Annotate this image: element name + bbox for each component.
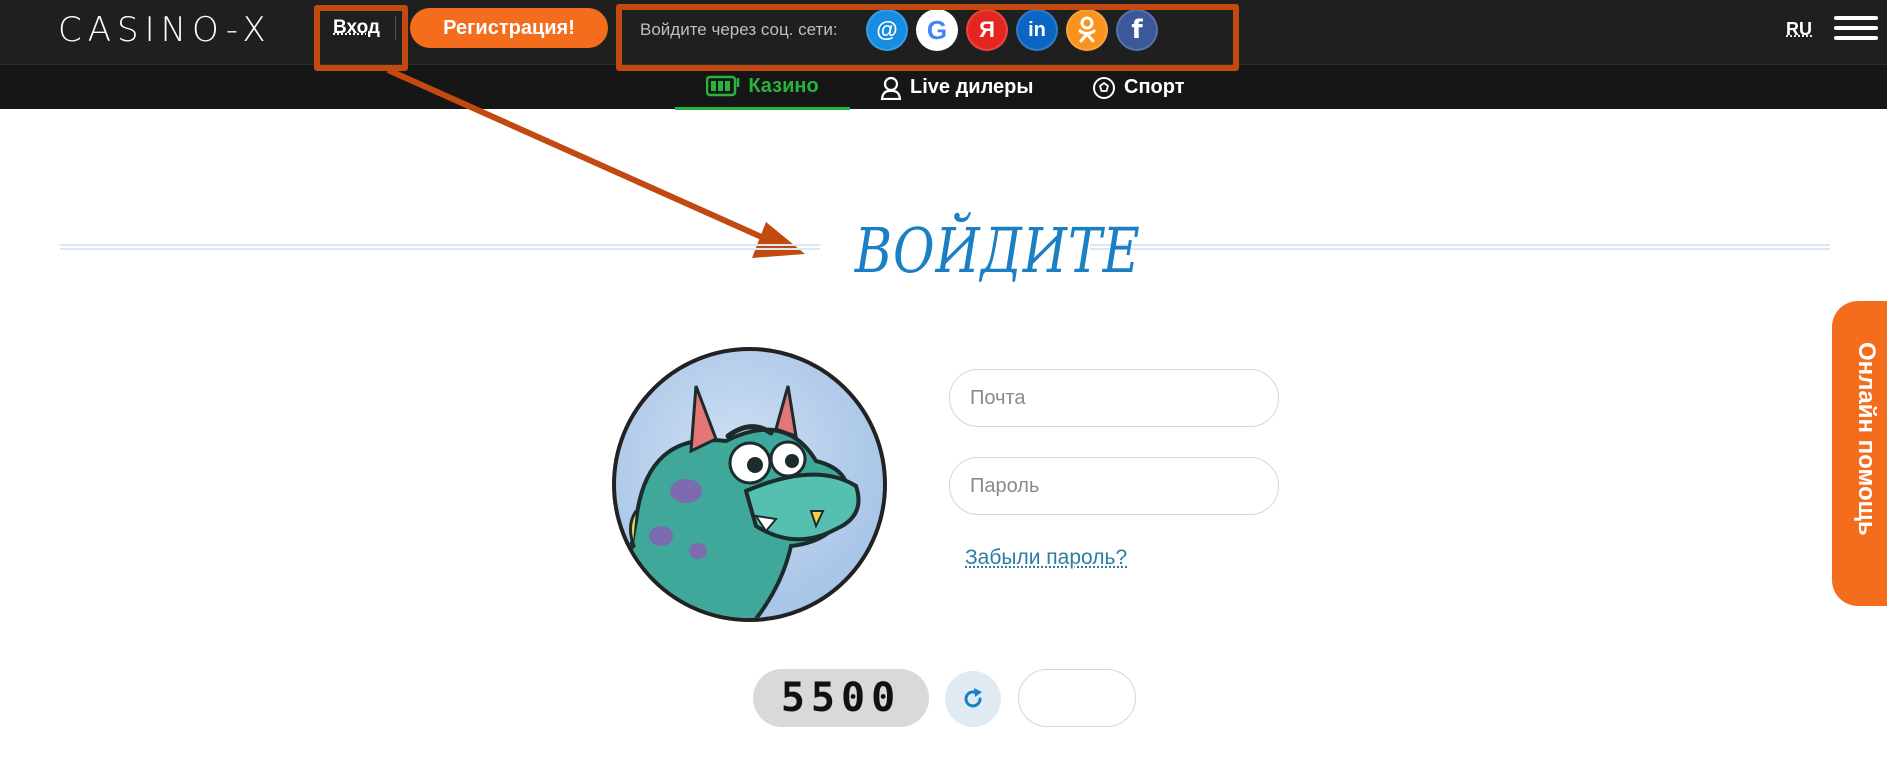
annotation-arrow [0,0,1887,769]
captcha-input[interactable] [1018,669,1136,727]
dragon-mascot-icon [616,351,887,622]
forgot-password-link[interactable]: Забыли пароль? [965,546,1127,570]
refresh-icon [960,686,986,712]
captcha-image: 5500 [753,669,929,727]
online-help-label: Онлайн помощь [1852,342,1880,562]
page-title: ВОЙДИТЕ [855,214,1035,287]
title-divider-right [1090,244,1830,250]
title-divider-left [60,244,820,250]
password-field[interactable] [949,457,1279,515]
captcha-text: 5500 [781,675,901,721]
dragon-avatar [612,347,887,622]
captcha-refresh-button[interactable] [945,671,1001,727]
email-field[interactable] [949,369,1279,427]
online-help-tab[interactable]: Онлайн помощь [1832,301,1887,606]
